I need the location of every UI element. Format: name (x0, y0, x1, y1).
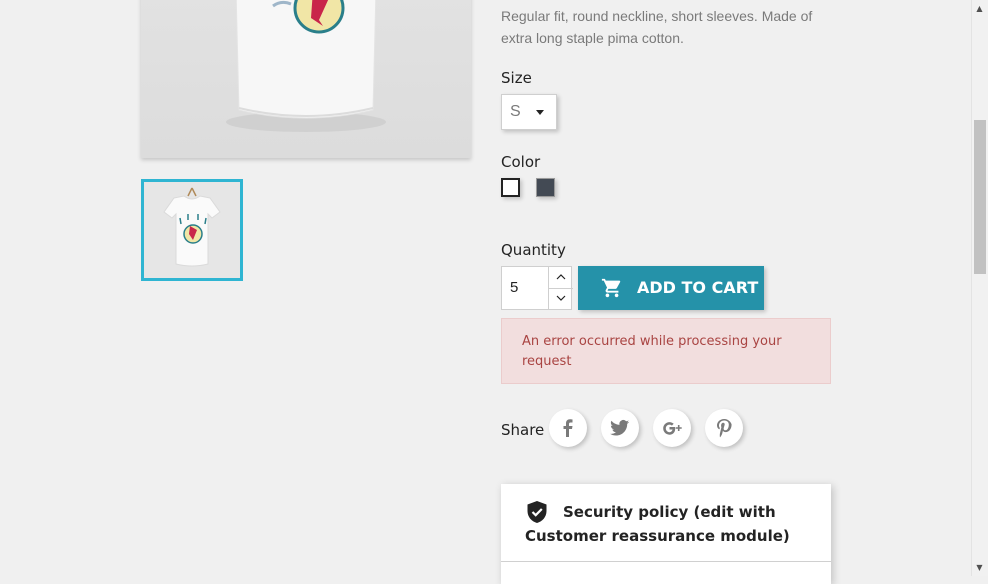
reassurance-block: Security policy (edit with Customer reas… (501, 484, 831, 584)
scrollbar-thumb[interactable] (974, 120, 986, 274)
tshirt-thumbnail-image (163, 187, 221, 267)
share-pinterest-button[interactable] (705, 409, 743, 447)
quantity-stepper: 5 (501, 266, 573, 310)
shopping-cart-icon (601, 278, 621, 298)
caret-down-icon (536, 110, 544, 115)
facebook-icon (563, 419, 573, 437)
color-swatch-white[interactable] (501, 178, 520, 197)
quantity-input[interactable]: 5 (510, 279, 518, 296)
share-facebook-button[interactable] (549, 409, 587, 447)
quantity-decrement-button[interactable] (548, 288, 573, 309)
share-google-plus-button[interactable] (653, 409, 691, 447)
add-to-cart-label: ADD TO CART (637, 278, 759, 297)
reassurance-divider (501, 561, 831, 562)
reassurance-title: Security policy (edit with Customer reas… (525, 503, 790, 545)
page-scrollbar[interactable] (971, 0, 988, 576)
google-plus-icon (663, 422, 682, 435)
product-main-image[interactable] (141, 0, 471, 158)
size-select[interactable]: S (501, 94, 557, 130)
color-label: Color (501, 153, 541, 171)
share-label: Share (501, 421, 545, 439)
add-to-cart-button[interactable]: ADD TO CART (578, 266, 764, 310)
color-swatch-grey[interactable] (536, 178, 555, 197)
chevron-down-icon (556, 295, 566, 301)
pinterest-icon (717, 419, 732, 438)
scroll-down-arrow[interactable]: ▼ (971, 559, 988, 576)
chevron-up-icon (556, 274, 566, 280)
product-description: Regular fit, round neckline, short sleev… (501, 8, 813, 46)
scroll-up-arrow[interactable]: ▲ (971, 0, 988, 17)
size-label: Size (501, 69, 532, 87)
error-alert: An error occurred while processing your … (501, 318, 831, 384)
product-thumbnail[interactable] (141, 179, 243, 281)
error-message: An error occurred while processing your … (522, 334, 782, 369)
quantity-label: Quantity (501, 241, 566, 259)
quantity-increment-button[interactable] (548, 267, 573, 289)
tshirt-image (226, 0, 386, 132)
twitter-icon (610, 420, 630, 436)
share-twitter-button[interactable] (601, 409, 639, 447)
size-selected-value: S (510, 103, 521, 120)
